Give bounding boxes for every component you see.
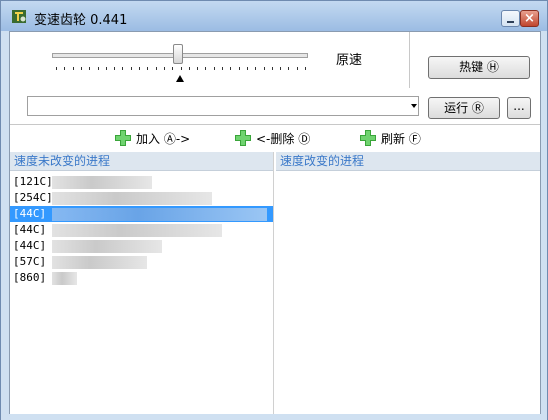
process-id-label: [860] — [13, 271, 47, 284]
action-bar: 加入 Ⓐ-> <-删除 Ⓓ 刷新 Ⓕ — [10, 125, 540, 152]
list-item[interactable]: [121C] — [10, 174, 273, 190]
list-item[interactable]: [44C] — [10, 222, 273, 238]
redacted-process-name — [52, 272, 77, 285]
title-bar[interactable]: 变速齿轮 0.441 × — [1, 1, 547, 31]
speed-label: 原速 — [336, 53, 363, 68]
slider-tick — [255, 67, 257, 70]
process-id-label: [57C] — [13, 255, 47, 268]
slider-tick — [197, 67, 199, 70]
slider-tick — [213, 67, 215, 70]
slider-tick — [122, 67, 124, 70]
window-bottom-border — [1, 414, 547, 420]
unchanged-list-header[interactable]: 速度未改变的进程 — [10, 152, 273, 171]
run-button[interactable]: 运行 Ⓡ — [428, 97, 500, 119]
redacted-process-name — [52, 256, 147, 269]
list-item[interactable]: [860] — [10, 270, 273, 286]
add-button-label: 加入 Ⓐ-> — [136, 132, 191, 146]
slider-tick — [296, 67, 298, 70]
slider-tick — [155, 67, 157, 70]
list-item[interactable]: [44C] — [10, 238, 273, 254]
hotkey-button[interactable]: 热键 Ⓗ — [428, 56, 530, 79]
process-id-label: [44C] — [13, 223, 47, 236]
slider-tick — [56, 67, 57, 70]
slider-tick — [64, 67, 66, 70]
gear-app-icon — [12, 10, 26, 23]
close-icon: × — [524, 11, 535, 26]
list-item[interactable]: [57C] — [10, 254, 273, 270]
control-panel: 原速 热键 Ⓗ 运行 Ⓡ ... — [10, 32, 540, 125]
green-plus-icon — [115, 130, 131, 146]
redacted-process-name — [52, 224, 222, 237]
redacted-process-name — [52, 240, 162, 253]
slider-tick — [305, 67, 306, 70]
client-area: 原速 热键 Ⓗ 运行 Ⓡ ... 加入 Ⓐ-> <-删除 Ⓓ 刷新 Ⓕ 速度未改… — [9, 31, 541, 415]
minimize-button[interactable] — [501, 10, 520, 27]
list-item[interactable]: [254C] — [10, 190, 273, 206]
slider-tick — [105, 67, 107, 70]
process-id-label: [44C] — [13, 207, 47, 220]
slider-tick — [180, 67, 182, 70]
slider-tick — [230, 67, 232, 70]
browse-button[interactable]: ... — [507, 97, 531, 119]
slider-tick — [72, 67, 74, 70]
slider-tick — [89, 67, 91, 70]
slider-tick — [163, 67, 165, 70]
slider-tick — [139, 67, 140, 70]
refresh-button-label: 刷新 Ⓕ — [381, 132, 421, 146]
process-id-label: [121C] — [13, 175, 53, 188]
slider-tick — [97, 67, 99, 70]
slider-tick — [238, 67, 240, 70]
slider-tick — [271, 67, 273, 70]
process-id-label: [254C] — [13, 191, 53, 204]
slider-tick — [280, 67, 282, 70]
app-window: 变速齿轮 0.441 × 原速 热键 Ⓗ 运行 Ⓡ ... 加入 Ⓐ-> <-删… — [0, 0, 548, 420]
green-plus-icon — [360, 130, 376, 146]
redacted-process-name — [52, 192, 212, 205]
slider-tick — [288, 67, 290, 70]
list-item[interactable]: [44C] — [10, 206, 273, 222]
slider-tick — [188, 67, 190, 70]
slider-tick — [80, 67, 82, 70]
changed-process-list[interactable]: 速度改变的进程 — [276, 152, 540, 414]
slider-tick — [130, 67, 132, 70]
remove-button-label: <-删除 Ⓓ — [256, 132, 311, 146]
chevron-down-icon[interactable] — [410, 97, 418, 115]
redacted-process-name — [52, 176, 152, 189]
slider-tick — [172, 67, 174, 70]
process-combo[interactable] — [27, 96, 419, 116]
slider-tick — [147, 67, 149, 70]
speed-slider-ticks — [56, 67, 306, 73]
unchanged-process-list[interactable]: 速度未改变的进程 [121C] [254C] [44C] [44C] [44C] [57C… — [10, 152, 274, 414]
default-speed-marker-icon — [176, 75, 184, 82]
panel-divider — [409, 32, 410, 88]
window-title: 变速齿轮 0.441 — [34, 13, 128, 28]
changed-list-header[interactable]: 速度改变的进程 — [276, 152, 540, 171]
slider-tick — [114, 67, 116, 70]
green-plus-icon — [235, 130, 251, 146]
unchanged-list-rows: [121C] [254C] [44C] [44C] [44C] [57C] [860] — [10, 174, 273, 286]
speed-slider-thumb[interactable] — [173, 44, 183, 64]
close-button[interactable]: × — [520, 10, 539, 27]
slider-tick — [263, 67, 265, 70]
redacted-process-name — [52, 208, 267, 221]
process-id-label: [44C] — [13, 239, 47, 252]
slider-tick — [246, 67, 248, 70]
slider-tick — [222, 67, 223, 70]
slider-tick — [205, 67, 207, 70]
